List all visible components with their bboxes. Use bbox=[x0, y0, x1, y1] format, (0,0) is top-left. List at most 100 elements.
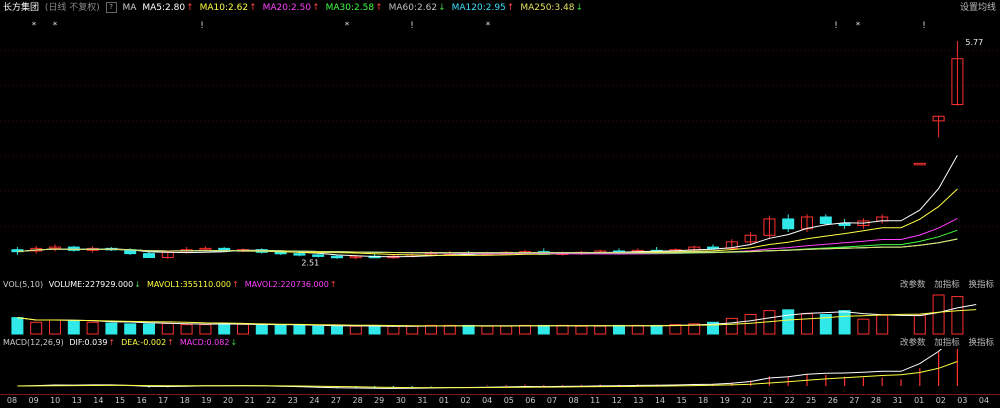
macd-value-0: DIF:0.039↑ bbox=[69, 338, 118, 347]
chart-header: 长方集团 (日线 不复权) ? MA MA5:2.80↑ MA10:2.62↑ MA… bbox=[0, 0, 1000, 16]
date-tick-label: 14 bbox=[93, 396, 104, 405]
volume-add-indicator-button[interactable]: 加指标 bbox=[934, 280, 960, 290]
macd-chart[interactable] bbox=[0, 349, 1000, 394]
exclamation-icon: ! bbox=[410, 21, 414, 31]
star-icon: * bbox=[856, 21, 861, 31]
stock-name[interactable]: 长方集团 bbox=[0, 3, 39, 13]
date-tick-label: 28 bbox=[870, 396, 882, 405]
arrow-up-icon: ↑ bbox=[249, 3, 257, 13]
macd-params-button[interactable]: 改参数 bbox=[900, 338, 926, 348]
volume-title: VOL(5,10) bbox=[3, 280, 44, 289]
volume-params-button[interactable]: 改参数 bbox=[900, 280, 926, 290]
arrow-up-icon: ↑ bbox=[167, 338, 174, 347]
vol-value-label: MAVOL1:355110.000 bbox=[146, 280, 232, 289]
volume-bar bbox=[425, 324, 437, 335]
date-tick-label: 06 bbox=[525, 396, 536, 405]
date-tick-label: 13 bbox=[633, 396, 644, 405]
vol-value-label: MAVOL2:220736.000 bbox=[244, 280, 329, 289]
macd-value-label: DIF:0.039 bbox=[69, 338, 108, 347]
ma-value-1: MA10:2.62↑ bbox=[200, 3, 260, 13]
ma-value-label: MA30:2.58 bbox=[325, 3, 375, 13]
volume-bar bbox=[801, 313, 813, 335]
exclamation-icon: ! bbox=[200, 21, 204, 31]
arrow-up-icon: ↑ bbox=[375, 3, 383, 13]
candle-body bbox=[274, 251, 287, 255]
volume-bar bbox=[274, 324, 287, 335]
arrow-down-icon: ↓ bbox=[134, 280, 141, 289]
vol-value-2: MAVOL2:220736.000↑ bbox=[245, 280, 340, 289]
volume-bar bbox=[143, 323, 155, 335]
arrow-up-icon: ↑ bbox=[108, 338, 116, 347]
date-tick-label: 15 bbox=[676, 396, 687, 405]
high-price-label: 5.77 bbox=[965, 38, 983, 47]
candle-body bbox=[782, 218, 795, 230]
macd-value-1: DEA:-0.002↑ bbox=[121, 338, 177, 347]
macd-add-indicator-button[interactable]: 加指标 bbox=[934, 338, 960, 348]
volume-bar bbox=[556, 324, 569, 335]
volume-bar bbox=[631, 324, 644, 335]
ma-value-6: MA250:3.48↓ bbox=[520, 3, 586, 13]
candle-body bbox=[707, 246, 719, 250]
volume-bar bbox=[951, 296, 964, 335]
arrow-up-icon: ↑ bbox=[232, 280, 239, 289]
volume-bar bbox=[443, 324, 456, 335]
macd-value-2: MACD:0.082↓ bbox=[180, 338, 240, 347]
volume-chart[interactable] bbox=[0, 291, 1000, 336]
ma-value-label: MA250:3.48 bbox=[520, 3, 575, 13]
volume-bar bbox=[876, 314, 889, 335]
date-tick-label: 09 bbox=[28, 396, 39, 405]
date-tick-label: 29 bbox=[374, 396, 385, 405]
date-tick-label: 04 bbox=[978, 396, 990, 405]
date-tick-label: 10 bbox=[50, 396, 61, 405]
macd-title: MACD(12,26,9) bbox=[3, 338, 64, 347]
arrow-down-icon: ↓ bbox=[438, 3, 446, 13]
set-ma-button[interactable]: 设置均线 bbox=[960, 0, 996, 16]
ma-value-label: MA120:2.95 bbox=[451, 3, 506, 13]
dea-line bbox=[17, 361, 958, 389]
star-icon: * bbox=[486, 21, 491, 31]
date-tick-label: 03 bbox=[957, 396, 968, 405]
date-tick-label: 18 bbox=[698, 396, 709, 405]
volume-bar bbox=[331, 325, 343, 335]
date-tick-label: 25 bbox=[806, 396, 817, 405]
date-tick-label: 27 bbox=[330, 396, 342, 405]
volume-bar bbox=[255, 324, 268, 335]
arrow-up-icon: ↑ bbox=[329, 280, 337, 289]
date-tick-label: 04 bbox=[482, 396, 493, 405]
date-tick-label: 19 bbox=[719, 396, 730, 405]
volume-bar bbox=[744, 314, 757, 335]
ma-value-2: MA20:2.50↑ bbox=[263, 3, 323, 13]
volume-bar bbox=[932, 294, 945, 335]
candle-body bbox=[913, 162, 926, 166]
date-tick-label: 14 bbox=[654, 396, 666, 405]
ma30-line bbox=[17, 229, 958, 254]
date-tick-label: 28 bbox=[352, 396, 363, 405]
volume-bar bbox=[199, 324, 212, 335]
ma-value-label: MA60:2.62 bbox=[388, 3, 438, 13]
candle-body bbox=[312, 254, 325, 257]
volume-bar bbox=[124, 323, 137, 335]
date-tick-label: 27 bbox=[849, 396, 860, 405]
volume-bar bbox=[650, 324, 663, 335]
volume-bar bbox=[594, 325, 607, 335]
date-tick-label: 23 bbox=[287, 396, 298, 405]
volume-bar bbox=[537, 324, 550, 335]
help-icon[interactable]: ? bbox=[105, 2, 117, 13]
date-tick-label: 01 bbox=[438, 396, 450, 405]
volume-bar bbox=[67, 320, 80, 335]
macd-switch-indicator-button[interactable]: 换指标 bbox=[968, 338, 994, 348]
period-label[interactable]: (日线 不复权) bbox=[45, 3, 100, 13]
macd-controls: 改参数 加指标 换指标 bbox=[894, 337, 994, 349]
date-tick-label: 30 bbox=[395, 396, 406, 405]
date-axis: 08 09 10 13 14 15 16 17 18 19 20 21 22 23 24 27 28 29 30 31… bbox=[0, 394, 1000, 408]
price-chart[interactable]: * *! *! *! * ! 5.77 2.51 bbox=[0, 16, 1000, 278]
date-tick-label: 20 bbox=[222, 396, 234, 405]
ma-value-0: MA5:2.80↑ bbox=[142, 3, 196, 13]
ma250-line bbox=[17, 238, 958, 254]
date-tick-label: 17 bbox=[158, 396, 169, 405]
volume-bar bbox=[312, 325, 325, 335]
macd-value-label: MACD:0.082 bbox=[179, 338, 230, 347]
volume-switch-indicator-button[interactable]: 换指标 bbox=[968, 280, 994, 290]
ma-value-label: MA5:2.80 bbox=[142, 3, 186, 13]
macd-values: DIF:0.039↑ DEA:-0.002↑ MACD:0.082↓ bbox=[69, 338, 243, 347]
